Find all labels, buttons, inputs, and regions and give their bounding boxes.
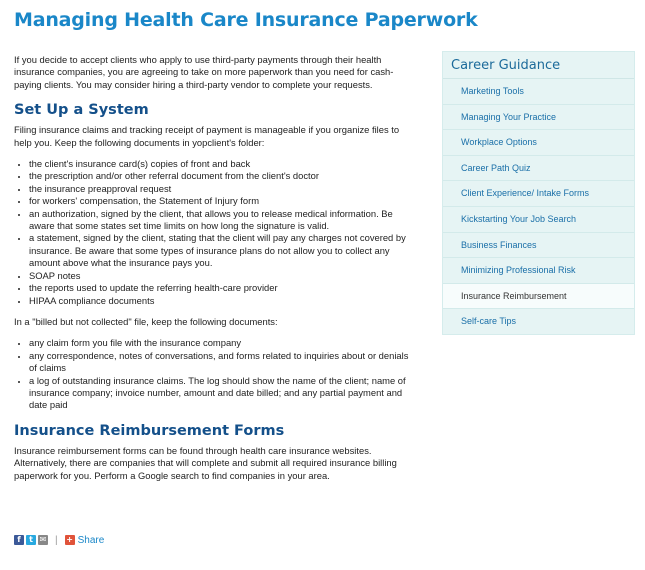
folder-documents-list: the client's insurance card(s) copies of… xyxy=(14,158,414,307)
forms-paragraph: Insurance reimbursement forms can be fou… xyxy=(14,444,397,481)
list-item: any claim form you file with the insuran… xyxy=(29,337,414,349)
setup-lead: Filing insurance claims and tracking rec… xyxy=(14,124,400,148)
list-item: for workers' compensation, the Statement… xyxy=(29,195,414,207)
list-item: HIPAA compliance documents xyxy=(29,295,414,307)
list-item: the reports used to update the referring… xyxy=(29,282,414,294)
sidebar-item-workplace-options[interactable]: Workplace Options xyxy=(443,130,634,156)
sidebar-item-self-care-tips[interactable]: Self-care Tips xyxy=(443,309,634,334)
sidebar-item-client-experience[interactable]: Client Experience/ Intake Forms xyxy=(443,181,634,207)
section-heading-setup: Set Up a System xyxy=(14,102,149,119)
sidebar-item-kickstarting-job-search[interactable]: Kickstarting Your Job Search xyxy=(443,207,634,233)
plus-icon[interactable]: + xyxy=(64,535,75,545)
twitter-icon[interactable]: t xyxy=(26,535,36,545)
list-item: the client's insurance card(s) copies of… xyxy=(29,158,414,170)
sidebar-item-business-finances[interactable]: Business Finances xyxy=(443,233,634,259)
sidebar-item-managing-your-practice[interactable]: Managing Your Practice xyxy=(443,105,634,131)
list-item: an authorization, signed by the client, … xyxy=(29,208,414,233)
section-heading-forms: Insurance Reimbursement Forms xyxy=(14,422,285,439)
facebook-icon[interactable]: f xyxy=(14,535,24,545)
sidebar-heading: Career Guidance xyxy=(443,52,634,79)
list-item: a log of outstanding insurance claims. T… xyxy=(29,375,414,412)
share-link[interactable]: Share xyxy=(78,535,105,546)
email-icon[interactable]: ✉ xyxy=(38,535,48,545)
billed-documents-list: any claim form you file with the insuran… xyxy=(14,337,414,411)
sidebar-item-career-path-quiz[interactable]: Career Path Quiz xyxy=(443,156,634,182)
share-bar: f t ✉ | + Share xyxy=(14,533,104,547)
sidebar-item-minimizing-risk[interactable]: Minimizing Professional Risk xyxy=(443,258,634,284)
career-guidance-sidebar: Career Guidance Marketing Tools Managing… xyxy=(442,51,635,335)
list-item: any correspondence, notes of conversatio… xyxy=(29,350,414,375)
sidebar-item-insurance-reimbursement[interactable]: Insurance Reimbursement xyxy=(443,283,634,310)
share-separator: | xyxy=(55,534,58,546)
main-content: If you decide to accept clients who appl… xyxy=(14,54,414,482)
list-item: SOAP notes xyxy=(29,270,414,282)
list-item: the insurance preapproval request xyxy=(29,183,414,195)
billed-lead: In a "billed but not collected" file, ke… xyxy=(14,315,278,327)
intro-paragraph: If you decide to accept clients who appl… xyxy=(14,54,394,90)
sidebar-item-marketing-tools[interactable]: Marketing Tools xyxy=(443,79,634,105)
list-item: the prescription and/or other referral d… xyxy=(29,170,414,182)
page-title: Managing Health Care Insurance Paperwork xyxy=(14,9,478,31)
list-item: a statement, signed by the client, stati… xyxy=(29,232,414,269)
